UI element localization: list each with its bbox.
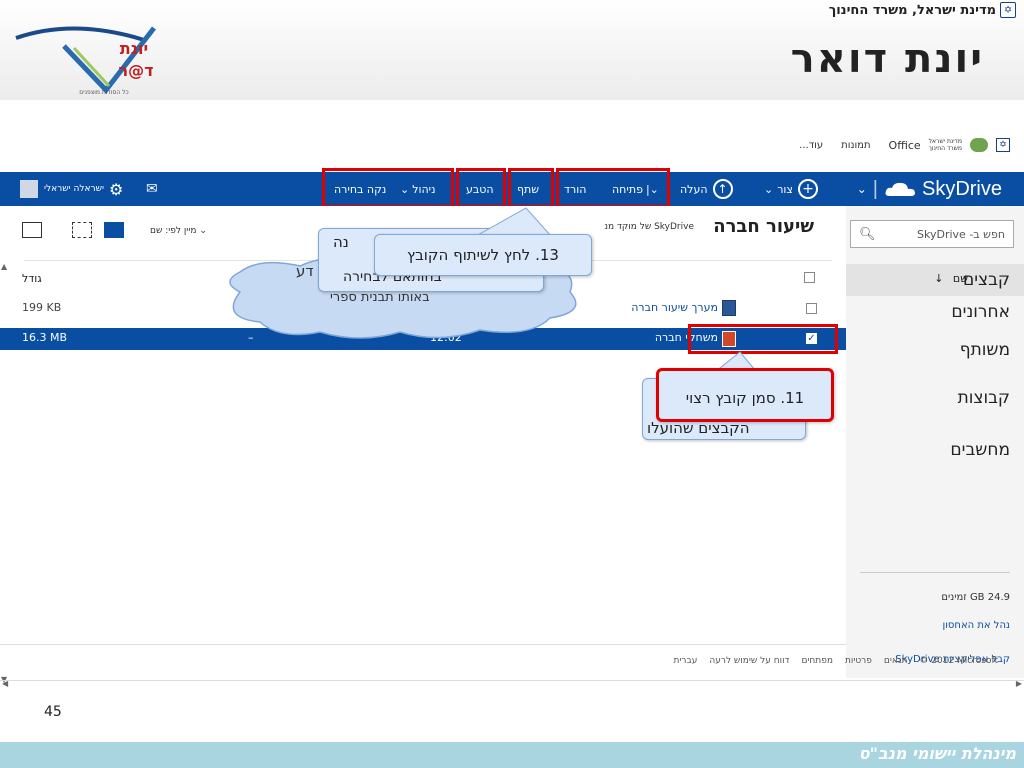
sidebar-divider xyxy=(860,572,1010,573)
ministry-label: ✡ מדינת ישראל, משרד החינוך xyxy=(829,2,1016,18)
sidebar-item-computers[interactable]: מחשבים xyxy=(846,434,1024,466)
footer-links: © 2012 Microsoft תנאים פרטיות מפתחים דוו… xyxy=(674,656,999,666)
dove-mail-logo: יונת ד@ר כל הסודות מוצפנים xyxy=(15,26,156,96)
office-link[interactable]: Office xyxy=(889,139,921,152)
thumbnails-view-icon[interactable] xyxy=(72,222,92,238)
chevron-down-icon[interactable]: ⌄ xyxy=(857,182,867,196)
upload-button[interactable]: העלה ↑ xyxy=(680,172,733,206)
clear-selection-button[interactable]: נקה בחירה xyxy=(334,172,386,206)
column-size[interactable]: גודל xyxy=(22,272,42,285)
report-abuse-link[interactable]: דווח על שימוש לרעה xyxy=(709,656,789,666)
user-menu[interactable]: ישראלה ישראלי ⚙ xyxy=(20,172,123,206)
cloud-icon xyxy=(885,182,915,196)
plus-circle-icon: + xyxy=(797,179,818,199)
portal-subbar: ✡ מדינת ישראל משרד החינוך Office תמונות ע… xyxy=(799,138,1010,152)
file-name[interactable]: מערך שיעור חברה xyxy=(631,301,718,314)
gear-icon[interactable]: ⚙ xyxy=(109,180,123,199)
language-link[interactable]: עברית xyxy=(674,656,698,666)
messenger-icon[interactable]: ✉ xyxy=(146,172,158,206)
manage-button[interactable]: ⌄ ניהול xyxy=(400,172,436,206)
menorah-seal-icon: ✡ xyxy=(1000,2,1016,18)
chevron-down-icon: ⌄ xyxy=(764,182,774,196)
sidebar-item-groups[interactable]: קבוצות xyxy=(846,382,1024,414)
mini-ministry: מדינת ישראל משרד החינוך xyxy=(928,138,962,152)
folder-title: שיעור חברה xyxy=(713,216,814,237)
chevron-down-icon: |⌄ xyxy=(645,182,659,196)
photos-link[interactable]: תמונות xyxy=(841,140,870,151)
manage-storage-link[interactable]: נהל את האחסון xyxy=(942,620,1010,631)
privacy-link[interactable]: פרטיות xyxy=(845,656,872,666)
search-icon[interactable]: 🔍︎ xyxy=(859,227,876,242)
callout-13: 13. לחץ לשיתוף הקובץ xyxy=(374,234,592,276)
select-all-checkbox[interactable] xyxy=(804,272,815,286)
callout-11: 11. סמן קובץ רצוי xyxy=(656,368,834,422)
logo-tagline: כל הסודות מוצפנים xyxy=(79,89,128,96)
developers-link[interactable]: מפתחים xyxy=(801,656,833,666)
copyright: © 2012 Microsoft xyxy=(919,656,998,666)
row-checkbox[interactable] xyxy=(806,303,817,314)
storage-available: 24.9 GB זמינים xyxy=(941,592,1010,603)
horizontal-scrollbar[interactable]: ◀ ▶ xyxy=(0,679,1024,690)
office-emblem-icon xyxy=(970,138,988,152)
slide-footer-text: מינהלת יישומי מנב"ס xyxy=(858,744,1016,763)
chevron-down-icon: ⌄ xyxy=(199,226,207,236)
open-button[interactable]: פתיחה |⌄ xyxy=(612,172,659,206)
page-number: 45 xyxy=(44,704,62,720)
sidebar-item-recent[interactable]: אחרונים xyxy=(846,296,1024,328)
ministry-flag-icon: ✡ xyxy=(996,138,1010,152)
portal-title: יונת דואר xyxy=(790,36,984,82)
avatar xyxy=(20,180,38,198)
file-size: 16.3 MB xyxy=(22,331,68,344)
logo-line2: ד@ר xyxy=(118,61,153,80)
list-view-icon[interactable] xyxy=(104,222,124,238)
sort-dropdown[interactable]: ⌄ מיין לפי: שם xyxy=(150,226,207,236)
column-name[interactable]: שם ↓ xyxy=(934,272,968,285)
breadcrumb[interactable]: SkyDrive של מוקד מנ xyxy=(604,222,694,232)
cloud-text-2: באותו תבנית ספרי xyxy=(330,290,430,305)
chevron-down-icon: ⌄ xyxy=(400,182,410,196)
skydrive-brand[interactable]: ⌄ | SkyDrive xyxy=(857,172,1002,206)
view-switcher xyxy=(22,222,124,238)
word-file-icon xyxy=(722,300,736,316)
share-button[interactable]: שתף xyxy=(517,172,539,206)
callout-13-pointer xyxy=(474,207,552,236)
file-size: 199 KB xyxy=(22,301,62,314)
download-button[interactable]: הורד xyxy=(564,172,586,206)
more-link[interactable]: עוד... xyxy=(799,140,823,151)
sort-arrow-icon: ↓ xyxy=(934,272,944,285)
terms-link[interactable]: תנאים xyxy=(884,656,908,666)
logo-line1: יונת xyxy=(120,39,148,58)
upload-arrow-icon: ↑ xyxy=(712,179,733,199)
vertical-scrollbar[interactable]: ▲ ▼ xyxy=(0,262,10,684)
search-input[interactable]: 🔍︎ חפש ב- SkyDrive xyxy=(850,220,1014,248)
cloud-text-1: דע xyxy=(296,262,314,280)
sidebar-item-shared[interactable]: משותף xyxy=(846,334,1024,366)
details-pane-icon[interactable] xyxy=(22,222,42,238)
create-button[interactable]: ⌄ צור + xyxy=(764,172,818,206)
embed-button[interactable]: הטבע xyxy=(466,172,494,206)
